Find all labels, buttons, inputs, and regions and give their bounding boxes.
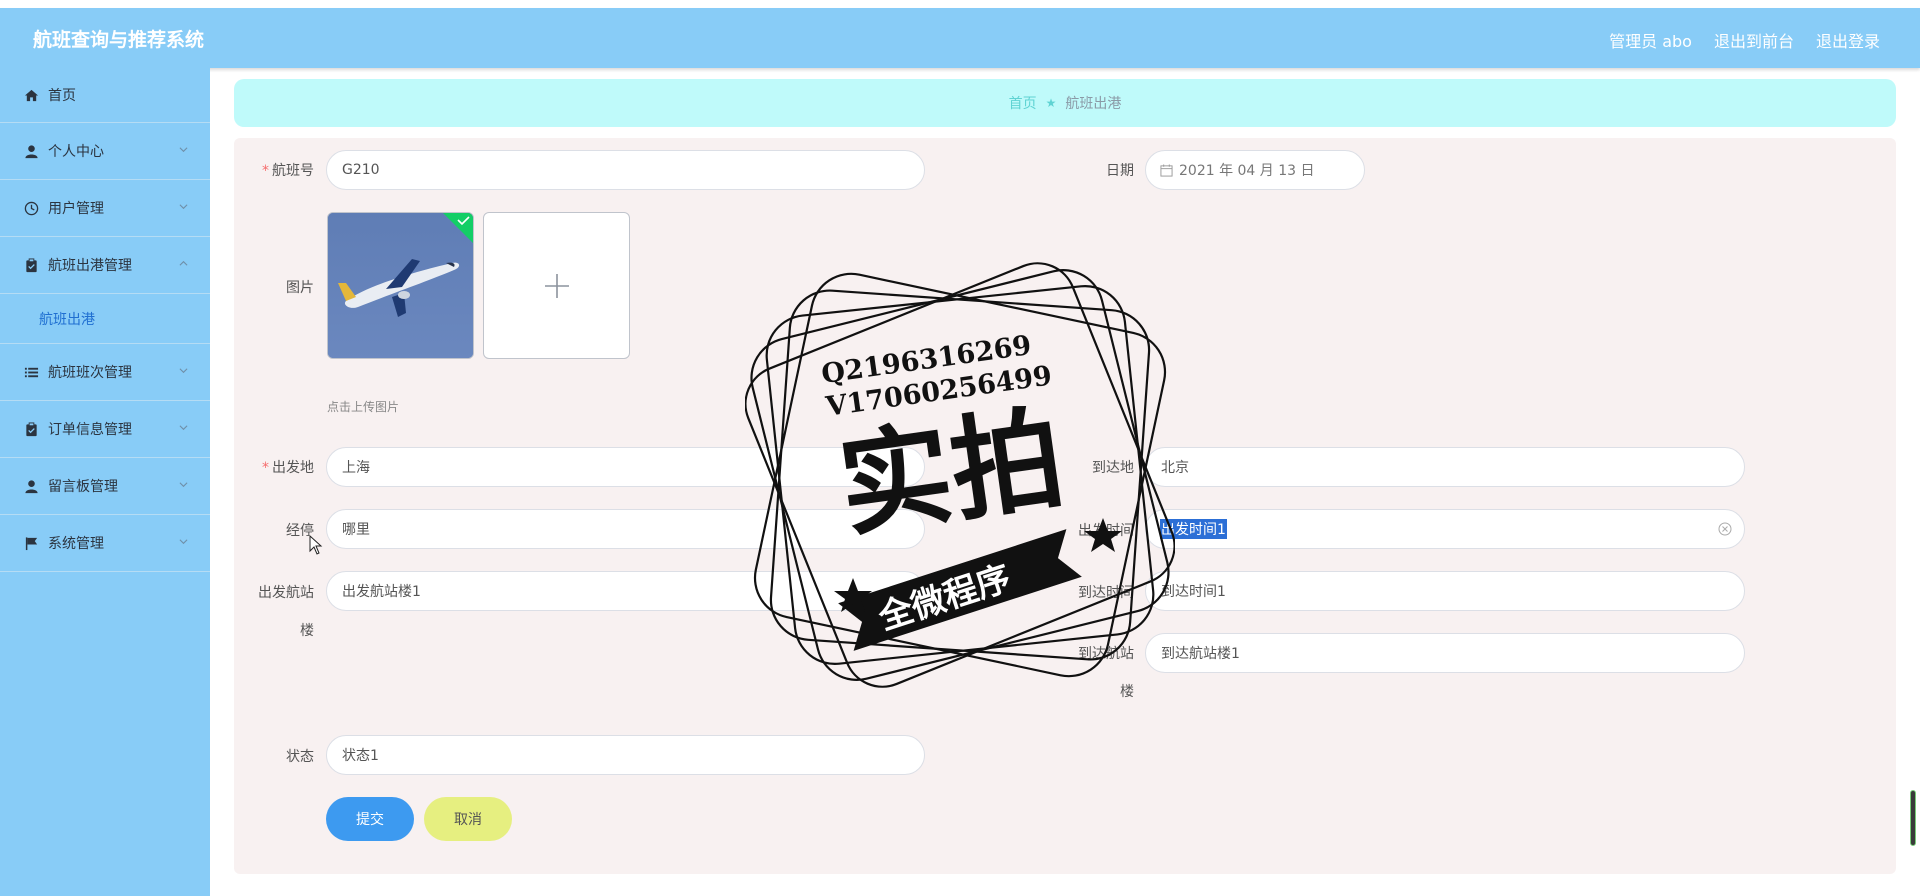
user-icon [25, 144, 38, 158]
upload-button[interactable] [483, 212, 630, 359]
calendar-icon [1160, 163, 1173, 177]
status-input[interactable]: 状态1 [326, 735, 925, 775]
chevron-down-icon [179, 147, 188, 153]
clear-icon[interactable] [1718, 522, 1732, 536]
sidebar-item-home[interactable]: 首页 [0, 68, 210, 123]
flight-no-label: * 航班号 [262, 163, 314, 179]
breadcrumb: 首页 ★ 航班出港 [234, 79, 1896, 127]
mouse-cursor-icon [309, 535, 323, 555]
upload-success-icon [443, 213, 473, 243]
logout-link[interactable]: 退出登录 [1816, 28, 1880, 52]
sidebar-item-label: 首页 [48, 88, 76, 104]
cancel-button[interactable]: 取消 [424, 797, 512, 841]
sidebar-item-messages[interactable]: 留言板管理 [0, 458, 210, 515]
back-to-front-link[interactable]: 退出到前台 [1714, 28, 1794, 52]
breadcrumb-home[interactable]: 首页 [1009, 93, 1037, 113]
dest-input[interactable]: 北京 [1145, 447, 1745, 487]
depart-terminal-label: 出发航站楼 [258, 585, 314, 639]
sidebar-item-departure-mgmt[interactable]: 航班出港管理 [0, 237, 210, 294]
chevron-up-icon [179, 260, 188, 266]
image-label: 图片 [286, 280, 314, 296]
admin-label[interactable]: 管理员 abo [1609, 28, 1692, 52]
sidebar-item-label: 航班出港管理 [48, 258, 132, 274]
scrollbar-thumb[interactable] [1910, 790, 1916, 846]
sidebar-item-label: 用户管理 [48, 201, 104, 217]
submit-button[interactable]: 提交 [326, 797, 414, 841]
sidebar-item-label: 航班班次管理 [48, 365, 132, 381]
dest-label: 到达地 [1092, 460, 1134, 476]
sidebar-subitem-departure[interactable]: 航班出港 [0, 294, 210, 344]
list-icon [24, 367, 39, 377]
sidebar-item-label: 留言板管理 [48, 479, 118, 495]
sidebar: 首页 个人中心 用户管理 航班出港管理 航班出港 航班班次管理 订单信息管理 留… [0, 68, 210, 896]
status-label: 状态 [286, 749, 314, 765]
sidebar-item-label: 系统管理 [48, 536, 104, 552]
star-icon: ★ [1045, 96, 1057, 110]
chevron-down-icon [179, 482, 188, 488]
origin-label: * 出发地 [262, 460, 314, 476]
flag-icon [25, 536, 38, 550]
user-icon [25, 479, 38, 493]
clipboard-icon [26, 421, 37, 436]
sidebar-item-personal[interactable]: 个人中心 [0, 123, 210, 180]
plus-icon [545, 274, 569, 298]
clock-icon [24, 201, 39, 215]
clipboard-icon [26, 257, 37, 272]
arrive-time-input[interactable]: 到达时间1 [1145, 571, 1745, 611]
app-title: 航班查询与推荐系统 [33, 29, 205, 51]
home-icon [24, 89, 39, 101]
arrive-terminal-label: 到达航站楼 [1078, 646, 1134, 700]
via-label: 经停 [286, 523, 314, 539]
depart-terminal-input[interactable]: 出发航站楼1 [326, 571, 925, 611]
breadcrumb-current: 航班出港 [1065, 96, 1122, 112]
uploaded-image[interactable] [327, 212, 474, 359]
chevron-down-icon [179, 425, 188, 431]
depart-time-label: 出发时间 [1078, 523, 1134, 539]
date-label: 日期 [1106, 163, 1134, 179]
origin-input[interactable]: 上海 [326, 447, 925, 487]
flight-no-input[interactable]: G210 [326, 150, 925, 190]
depart-time-input[interactable]: 出发时间1 [1145, 509, 1745, 549]
arrive-time-label: 到达时间 [1078, 585, 1134, 601]
top-links: 管理员 abo 退出到前台 退出登录 [1609, 28, 1880, 52]
date-picker[interactable]: 2021 年 04 月 13 日 [1145, 150, 1365, 190]
sidebar-item-orders[interactable]: 订单信息管理 [0, 401, 210, 458]
sidebar-item-schedule-mgmt[interactable]: 航班班次管理 [0, 344, 210, 401]
chevron-down-icon [179, 539, 188, 545]
sidebar-item-label: 订单信息管理 [48, 422, 132, 438]
sidebar-item-label: 个人中心 [48, 144, 104, 160]
upload-tip: 点击上传图片 [327, 400, 400, 414]
sidebar-item-users[interactable]: 用户管理 [0, 180, 210, 237]
top-bar: 航班查询与推荐系统 管理员 abo 退出到前台 退出登录 [0, 8, 1920, 68]
chevron-down-icon [179, 204, 188, 210]
via-input[interactable]: 哪里 [326, 509, 925, 549]
arrive-terminal-input[interactable]: 到达航站楼1 [1145, 633, 1745, 673]
sidebar-item-system[interactable]: 系统管理 [0, 515, 210, 572]
chevron-down-icon [179, 368, 188, 374]
